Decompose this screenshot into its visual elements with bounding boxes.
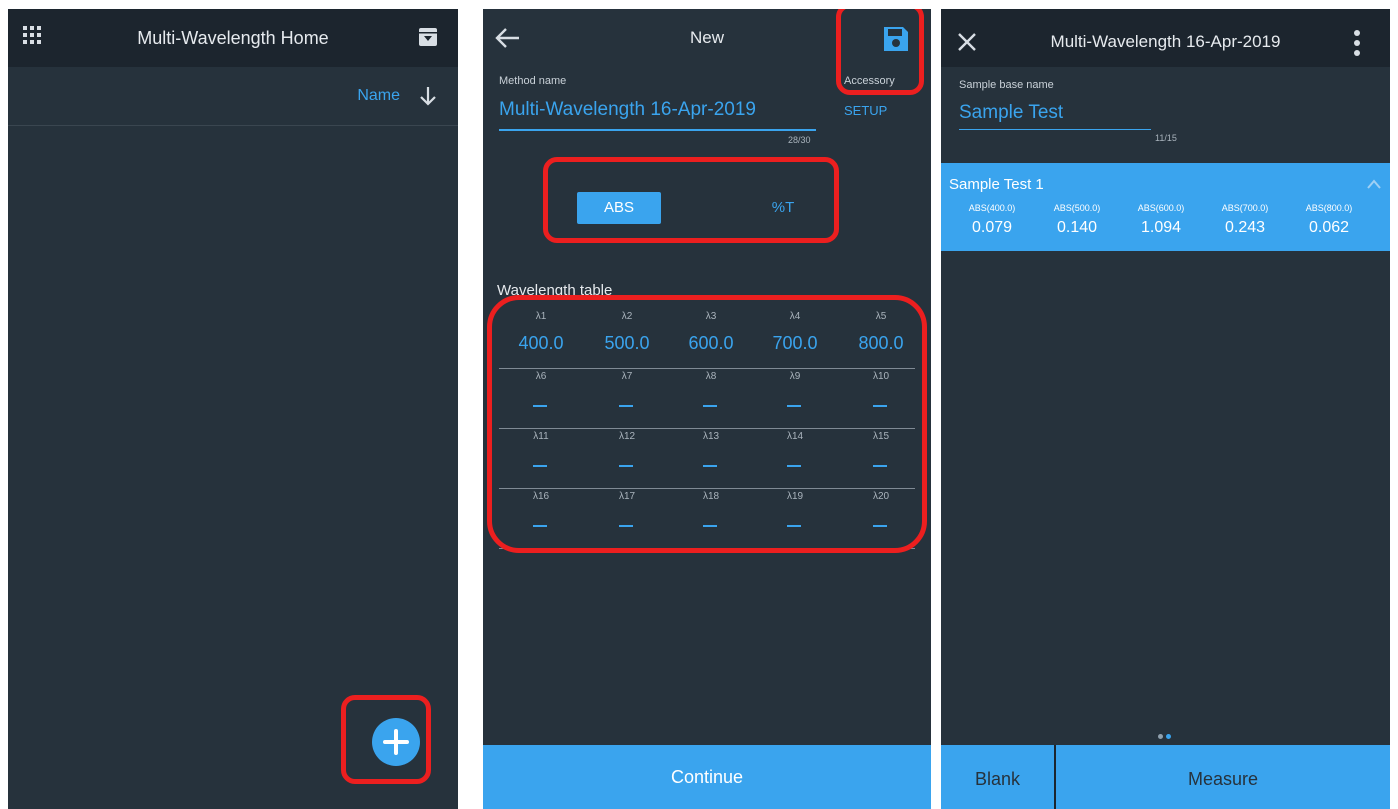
result-column-value: 0.079 (971, 219, 1013, 236)
result-column-value: 0.062 (1308, 219, 1350, 236)
sample-base-name-underline (959, 129, 1151, 130)
archive-box-icon[interactable] (418, 27, 438, 47)
accessory-label: Accessory (844, 75, 895, 87)
sample-base-name-label: Sample base name (959, 79, 1054, 91)
result-column-label: ABS(400.0) (968, 203, 1016, 213)
result-column-label: ABS(500.0) (1053, 203, 1101, 213)
new-method-screen: New Method name Multi-Wavelength 16-Apr-… (483, 9, 931, 809)
home-top-bar: Multi-Wavelength Home (8, 9, 458, 67)
sample-result-column: ABS(500.0) 0.140 (1036, 203, 1118, 251)
sample-result-column: ABS(800.0) 0.062 (1288, 203, 1370, 251)
more-vertical-icon[interactable] (1353, 29, 1361, 57)
home-title: Multi-Wavelength Home (137, 28, 329, 48)
mode-highlight-box (543, 157, 839, 243)
sample-columns: ABS(400.0) 0.079 ABS(500.0) 0.140 ABS(600.0)… (941, 203, 1390, 251)
sample-result-column: ABS(600.0) 1.094 (1120, 203, 1202, 251)
sample-result-column: ABS(700.0) 0.243 (1204, 203, 1286, 251)
measure-button[interactable]: Measure (1056, 745, 1390, 809)
home-screen: Multi-Wavelength Home Name (8, 9, 458, 809)
result-column-value: 1.094 (1140, 219, 1182, 236)
blank-button[interactable]: Blank (941, 745, 1054, 809)
sort-row[interactable]: Name (8, 67, 458, 126)
fab-highlight-box (341, 695, 431, 784)
page-dot-1 (1158, 734, 1163, 739)
method-name-counter: 28/30 (788, 135, 811, 145)
setup-button[interactable]: SETUP (844, 103, 887, 118)
continue-button-label: Continue (670, 767, 744, 787)
sample-base-name-counter: 11/15 (1155, 133, 1177, 143)
sample-card[interactable]: Sample Test 1 ABS(400.0) 0.079 ABS(500.0) 0… (941, 163, 1390, 251)
measure-screen: Multi-Wavelength 16-Apr-2019 Sample base… (941, 9, 1390, 809)
measure-title: Multi-Wavelength 16-Apr-2019 (1050, 32, 1281, 51)
measure-button-label: Measure (1187, 769, 1259, 789)
measure-top-bar: Multi-Wavelength 16-Apr-2019 (941, 9, 1390, 67)
blank-button-label: Blank (974, 769, 1021, 789)
result-column-label: ABS(800.0) (1305, 203, 1353, 213)
sample-result-column: ABS(400.0) 0.079 (951, 203, 1033, 251)
page-indicator (1158, 733, 1178, 741)
chevron-up-icon[interactable] (1366, 177, 1382, 189)
continue-button[interactable]: Continue (483, 745, 931, 809)
result-column-label: ABS(700.0) (1221, 203, 1269, 213)
method-name-label: Method name (499, 75, 567, 87)
wavelength-table-highlight-box (487, 295, 927, 553)
arrow-down-icon[interactable] (418, 85, 438, 107)
page-dot-2 (1166, 734, 1171, 739)
result-column-value: 0.243 (1224, 219, 1266, 236)
sort-label[interactable]: Name (357, 87, 400, 105)
method-name-underline (499, 129, 816, 131)
result-column-value: 0.140 (1056, 219, 1098, 236)
method-name-field[interactable]: Multi-Wavelength 16-Apr-2019 (499, 99, 756, 121)
sample-base-name-field[interactable]: Sample Test (959, 102, 1063, 124)
result-column-label: ABS(600.0) (1137, 203, 1185, 213)
sample-card-title: Sample Test 1 (949, 176, 1044, 193)
